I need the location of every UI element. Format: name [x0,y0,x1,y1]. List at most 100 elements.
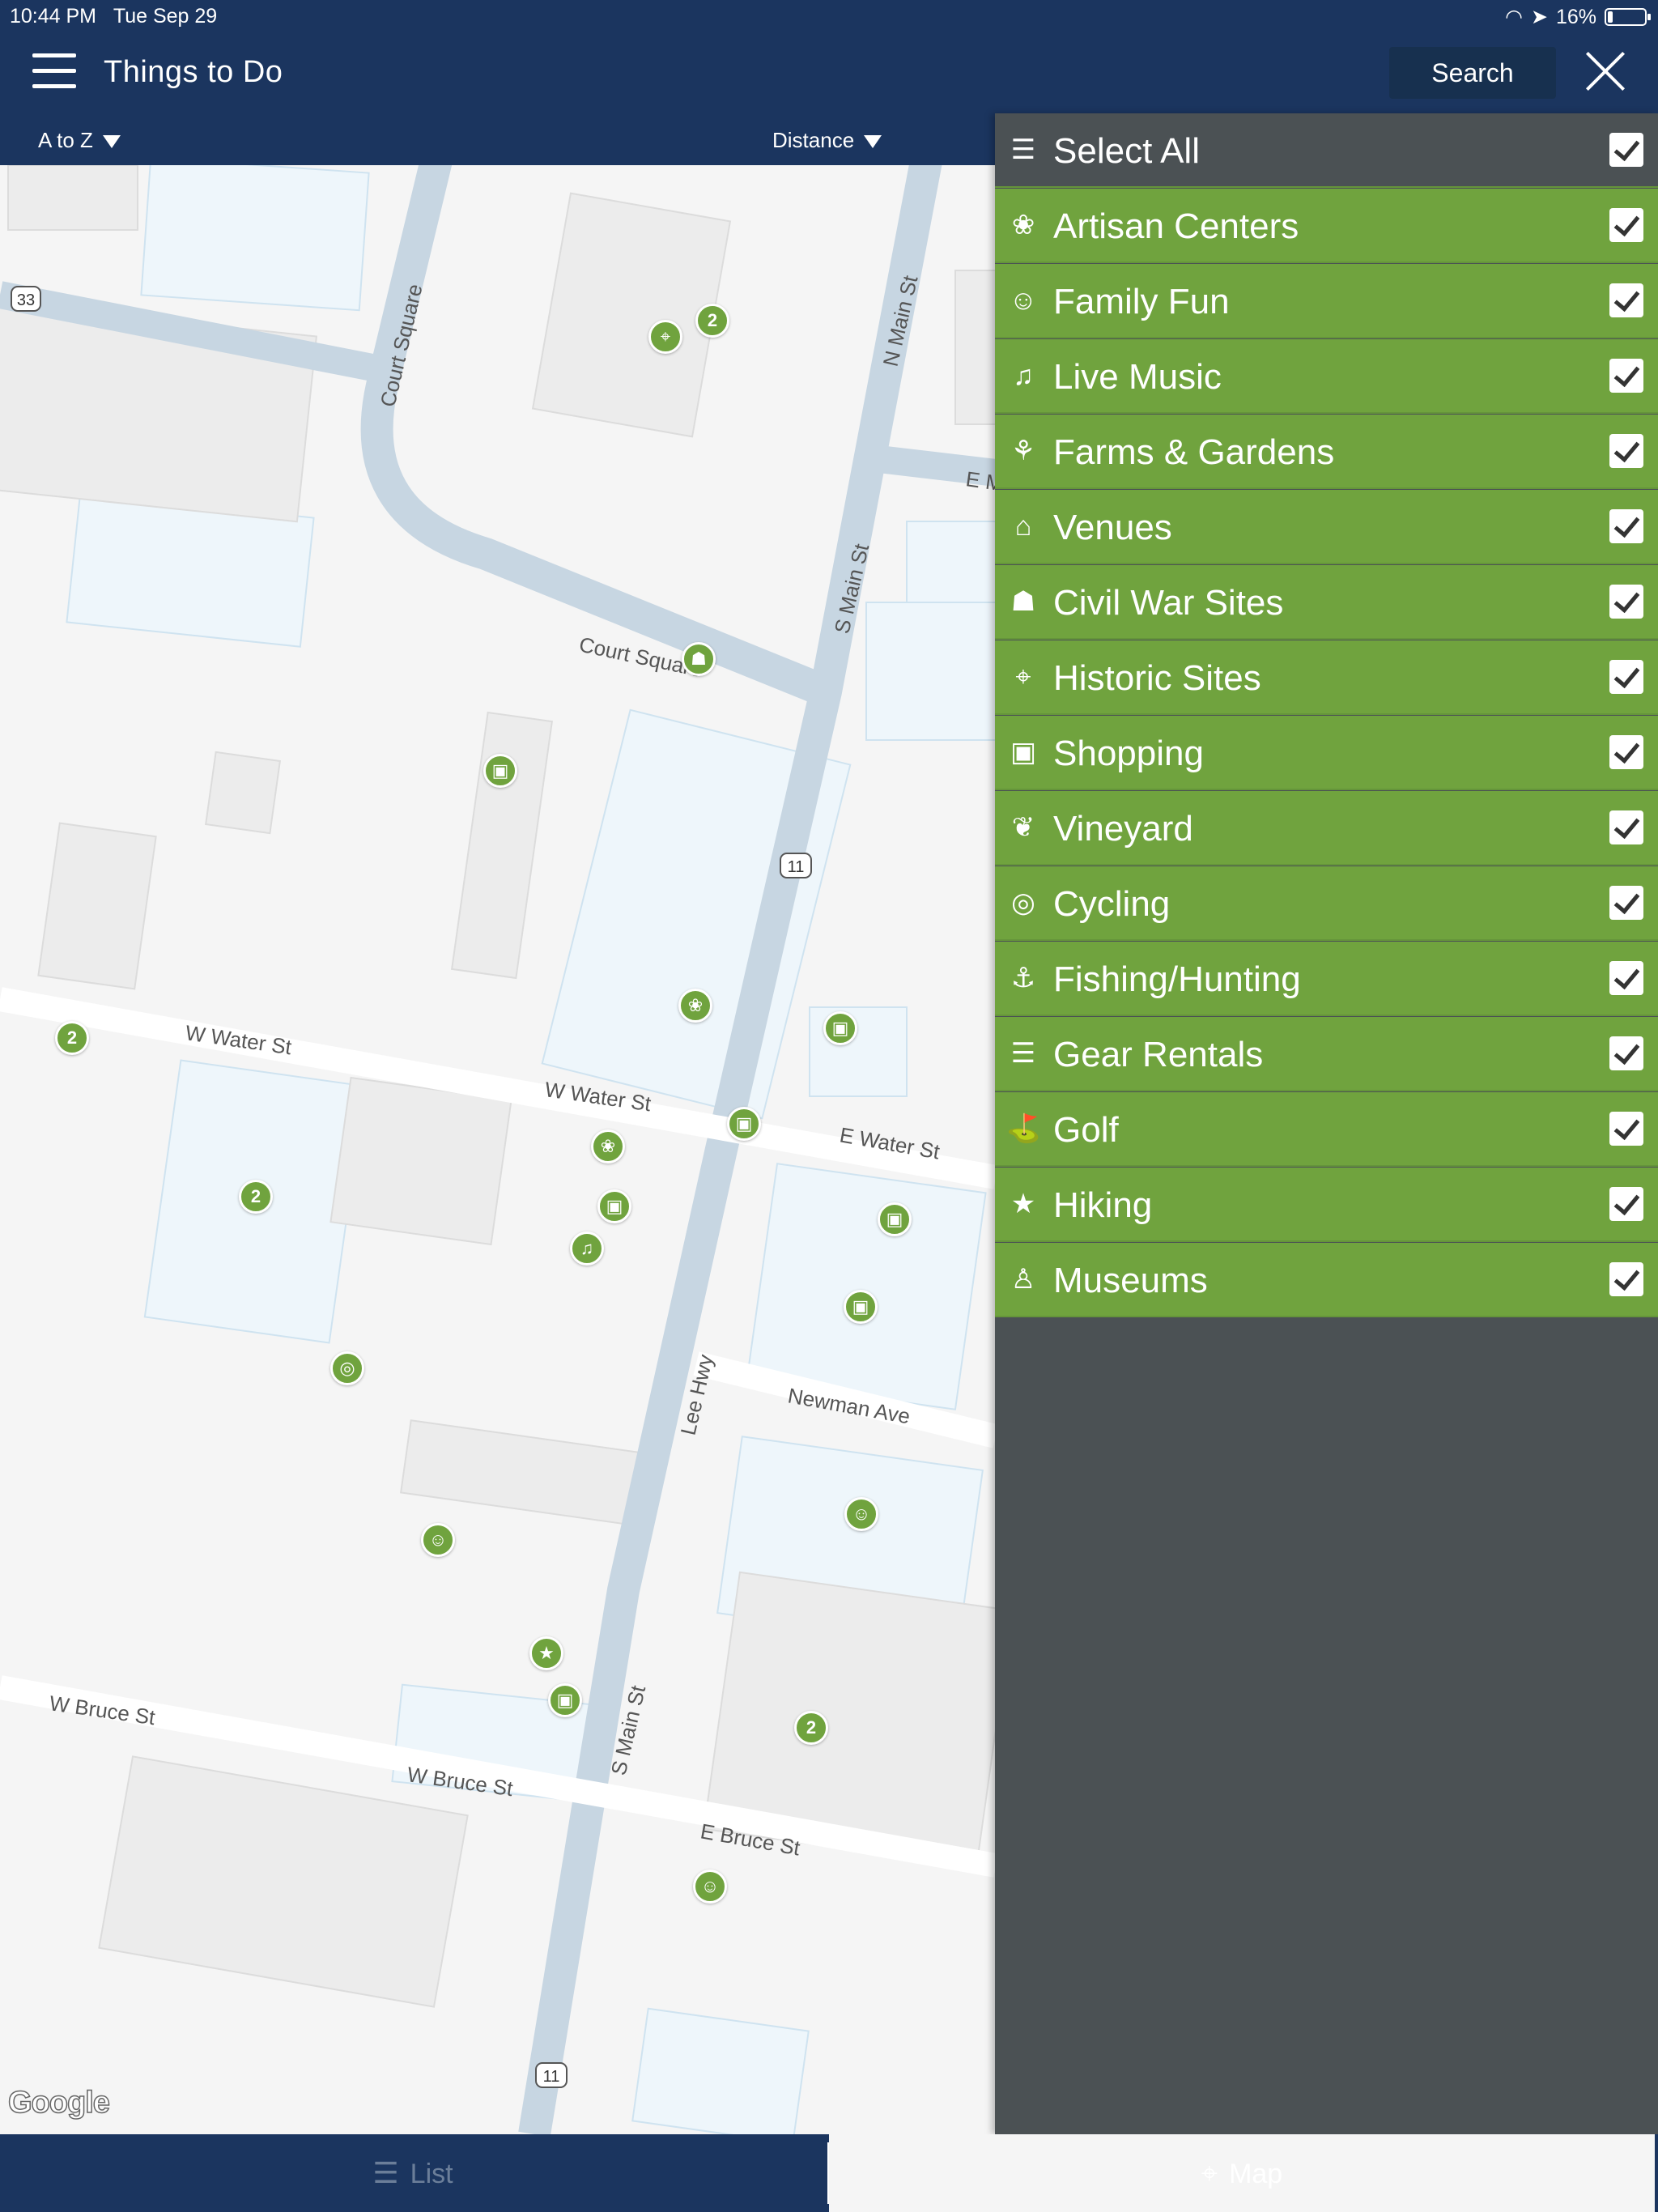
family-fun-map-pin[interactable]: ☺ [693,1870,727,1904]
sort-bar: A to Z Distance [0,113,996,165]
filter-checkbox[interactable] [1609,1036,1643,1070]
filter-checkbox[interactable] [1609,208,1643,242]
historic-site-map-pin[interactable]: ⌖ [648,320,682,354]
tab-list[interactable]: ☰ List [0,2134,826,2212]
route-shield-11-label: 11 [543,2068,560,2086]
family-fun-map-pin[interactable]: ☺ [844,1497,878,1531]
sort-alpha-dropdown[interactable]: A to Z [38,128,121,153]
shopping-map-pin[interactable]: ▣ [597,1189,631,1223]
map-pin-icon: ⌖ [1201,2156,1218,2189]
status-date: Tue Sep 29 [113,5,218,28]
map-view[interactable]: Court Square Court Square N Main St S Ma… [0,165,996,2134]
filter-checkbox[interactable] [1609,585,1643,619]
filter-row-shopping[interactable]: ▣ Shopping [995,716,1658,790]
app-header: 10:44 PM Tue Sep 29 ◠ ➤ 16% Things to Do… [0,0,1658,113]
filter-row-artisan-centers[interactable]: ❀ Artisan Centers [995,189,1658,263]
filter-row-venues[interactable]: ⌂ Venues [995,490,1658,564]
filter-row-golf[interactable]: ⛳ Golf [995,1092,1658,1167]
filter-label: Gear Rentals [1053,1035,1264,1074]
close-icon[interactable] [1580,49,1629,97]
filter-checkbox[interactable] [1609,283,1643,317]
shopping-map-pin[interactable]: ▣ [483,754,517,788]
cluster-map-pin[interactable]: 2 [794,1711,828,1745]
cannon-icon: ☗ [1010,586,1036,617]
kayak-icon: ☰ [1010,1038,1036,1069]
palette-icon: ❀ [1011,210,1035,240]
filter-row-cycling[interactable]: ◎ Cycling [995,866,1658,941]
cluster-map-pin[interactable]: 2 [695,304,729,338]
filter-row-civil-war-sites[interactable]: ☗ Civil War Sites [995,565,1658,640]
filter-row-select-all[interactable]: ☰ Select All [995,113,1658,188]
filter-checkbox[interactable] [1609,735,1643,769]
filter-row-family-fun[interactable]: ☺ Family Fun [995,264,1658,338]
filter-label-select-all: Select All [1053,131,1200,171]
filter-row-museums[interactable]: ♙ Museums [995,1243,1658,1317]
sort-distance-label: Distance [772,128,855,152]
tab-map-label: Map [1229,2159,1283,2189]
caret-down-icon [864,135,882,149]
filter-checkbox[interactable] [1609,1262,1643,1296]
list-icon: ☰ [372,2156,399,2189]
bust-icon: ♙ [1010,1264,1036,1295]
menu-icon[interactable] [32,53,76,89]
tab-map[interactable]: ⌖ Map [829,2134,1655,2212]
location-arrow-icon: ➤ [1531,6,1548,28]
filter-row-historic-sites[interactable]: ⌖ Historic Sites [995,640,1658,715]
civil-war-site-map-pin[interactable]: ☗ [682,642,716,676]
filter-label: Museums [1053,1261,1208,1300]
cluster-map-pin[interactable]: 2 [239,1180,273,1214]
filter-row-farms-gardens[interactable]: ⚘ Farms & Gardens [995,415,1658,489]
filter-row-vineyard[interactable]: ❦ Vineyard [995,791,1658,866]
filter-label: Cycling [1053,884,1171,924]
filter-checkbox[interactable] [1609,1112,1643,1146]
sort-alpha-label: A to Z [38,128,93,152]
tab-list-label: List [410,2159,453,2189]
route-shield-33-label: 33 [17,291,35,309]
caret-down-icon [102,135,121,149]
fishing-icon: ⚓ [1010,963,1036,993]
select-all-checkbox[interactable] [1609,133,1643,167]
shopping-map-pin[interactable]: ▣ [727,1107,761,1141]
shopping-map-pin[interactable]: ▣ [844,1290,878,1324]
shopping-map-pin[interactable]: ▣ [548,1683,582,1717]
guitar-icon: ♫ [1013,360,1034,391]
sort-distance-dropdown[interactable]: Distance [772,128,882,153]
cluster-map-pin[interactable]: 2 [55,1021,89,1055]
filter-row-live-music[interactable]: ♫ Live Music [995,339,1658,414]
filter-label: Artisan Centers [1053,206,1299,246]
filter-checkbox[interactable] [1609,660,1643,694]
route-shield-11-label: 11 [788,858,805,876]
filter-label: Golf [1053,1110,1119,1150]
artisan-center-map-pin[interactable]: ❀ [591,1129,625,1163]
filter-row-gear-rentals[interactable]: ☰ Gear Rentals [995,1017,1658,1091]
family-fun-map-pin[interactable]: ☺ [421,1523,455,1557]
hiking-map-pin[interactable]: ★ [529,1636,563,1670]
filter-checkbox[interactable] [1609,961,1643,995]
filter-checkbox[interactable] [1609,359,1643,393]
shopping-map-pin[interactable]: ▣ [823,1011,857,1045]
filter-checkbox[interactable] [1609,509,1643,543]
shopping-map-pin[interactable]: ▣ [878,1202,912,1236]
shopping-bag-icon: ▣ [1010,737,1037,768]
status-time-date: 10:44 PM Tue Sep 29 [10,5,217,28]
filter-label: Hiking [1053,1185,1153,1225]
filter-checkbox[interactable] [1609,434,1643,468]
filter-checkbox[interactable] [1609,810,1643,844]
filter-checkbox[interactable] [1609,1187,1643,1221]
status-time: 10:44 PM [10,5,97,28]
filter-checkbox[interactable] [1609,886,1643,920]
map-canvas[interactable]: Court Square Court Square N Main St S Ma… [0,165,996,2134]
status-indicators: ◠ ➤ 16% [1505,5,1651,29]
filter-row-fishing-hunting[interactable]: ⚓ Fishing/Hunting [995,942,1658,1016]
cycling-map-pin[interactable]: ◎ [330,1351,364,1385]
golfer-icon: ⛳ [1006,1113,1041,1144]
wifi-icon: ◠ [1505,6,1523,28]
search-button[interactable]: Search [1389,47,1556,99]
route-shield-11: 11 [535,2062,568,2088]
bottom-tab-bar: ☰ List ⌖ Map [0,2134,1658,2212]
live-music-map-pin[interactable]: ♫ [570,1231,604,1266]
artisan-center-map-pin[interactable]: ❀ [678,989,712,1023]
filter-row-hiking[interactable]: ★ Hiking [995,1168,1658,1242]
filter-label: Family Fun [1053,282,1230,321]
battery-icon [1605,8,1651,26]
